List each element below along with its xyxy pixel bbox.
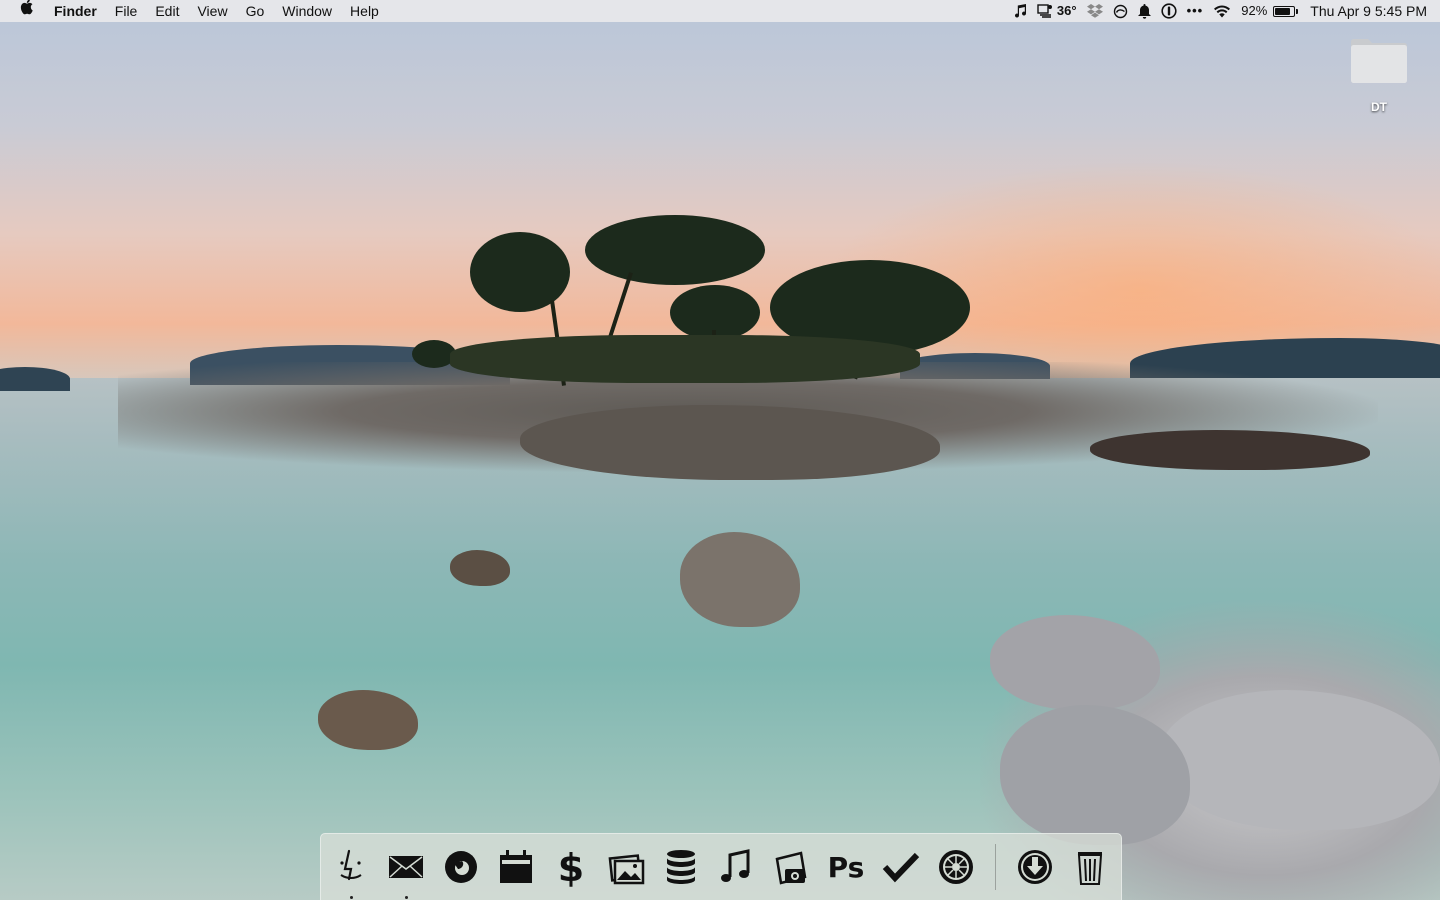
apple-menu-icon[interactable]: [18, 0, 45, 23]
folder-icon: [1350, 36, 1408, 84]
dock-tasks[interactable]: [876, 842, 926, 892]
desktop-folder-dt[interactable]: DT: [1340, 36, 1418, 114]
photoshop-icon: Ps: [828, 851, 865, 884]
notification-bell-icon[interactable]: [1133, 3, 1156, 19]
weather-icon: [1037, 4, 1052, 18]
running-indicator: [404, 896, 408, 899]
menu-bar: Finder File Edit View Go Window Help 36°: [0, 0, 1440, 22]
menu-help[interactable]: Help: [341, 0, 388, 22]
menu-bar-left: Finder File Edit View Go Window Help: [0, 0, 388, 22]
dock-trash[interactable]: [1065, 842, 1115, 892]
settings-icon: [939, 850, 973, 884]
wallpaper-tree: [585, 215, 765, 285]
menu-app-finder[interactable]: Finder: [45, 0, 106, 22]
weather-status[interactable]: 36°: [1032, 0, 1082, 22]
battery-status[interactable]: 92%: [1236, 0, 1300, 22]
running-indicator: [349, 896, 353, 899]
finder-icon: [340, 849, 362, 881]
dock-downloads-stack[interactable]: [1010, 842, 1060, 892]
menu-window[interactable]: Window: [273, 0, 341, 22]
database-icon: [667, 850, 695, 884]
desktop: Finder File Edit View Go Window Help 36°: [0, 0, 1440, 900]
wallpaper-shrub: [450, 335, 920, 383]
menu-bar-clock[interactable]: Thu Apr 9 5:45 PM: [1300, 0, 1432, 22]
wallpaper-tree: [470, 232, 570, 312]
downloads-icon: [1018, 850, 1052, 884]
dropbox-icon[interactable]: [1082, 4, 1108, 18]
menu-view[interactable]: View: [188, 0, 236, 22]
dock-music[interactable]: [711, 842, 761, 892]
battery-icon: [1273, 5, 1299, 17]
photos-icon: [608, 854, 645, 885]
dock-mail[interactable]: [381, 842, 431, 899]
trash-icon: [1077, 852, 1103, 885]
calendar-icon: [500, 850, 532, 883]
music-icon: [721, 849, 750, 882]
dock-calendar[interactable]: [491, 842, 541, 892]
dock-database[interactable]: [656, 842, 706, 892]
dollar-icon: $: [558, 847, 584, 887]
wallpaper-rock: [450, 550, 510, 586]
dock-finance[interactable]: $: [546, 842, 596, 892]
firefox-icon: [445, 851, 477, 883]
mail-icon: [389, 856, 423, 878]
menu-go[interactable]: Go: [237, 0, 274, 22]
more-icon[interactable]: •••: [1182, 0, 1209, 22]
folder-label: DT: [1371, 100, 1387, 114]
svg-text:$: $: [558, 847, 584, 887]
dock-firefox[interactable]: [436, 842, 486, 892]
menu-edit[interactable]: Edit: [146, 0, 188, 22]
dock-photoshop[interactable]: Ps: [821, 842, 871, 892]
sync-icon[interactable]: [1108, 4, 1133, 19]
menu-bar-status-area: 36° ••• 92% Thu Apr 9 5:45 PM: [1010, 0, 1440, 22]
menu-file[interactable]: File: [106, 0, 147, 22]
dock-system-preferences[interactable]: [931, 842, 981, 892]
wallpaper-rock: [1090, 430, 1370, 470]
photoshop-label: Ps: [828, 851, 865, 884]
wallpaper-hill: [0, 367, 70, 391]
dock-separator: [995, 844, 996, 890]
battery-percent: 92%: [1241, 3, 1268, 18]
dock: $ Ps: [320, 833, 1122, 900]
camera-icon: [775, 851, 807, 885]
dock-screenshot[interactable]: [766, 842, 816, 892]
dock-photos[interactable]: [601, 842, 651, 892]
dock-finder[interactable]: [326, 842, 376, 899]
battery-level-fill: [1275, 7, 1291, 15]
weather-temperature: 36°: [1056, 3, 1077, 18]
wifi-icon[interactable]: [1208, 4, 1236, 18]
checkmark-icon: [882, 852, 920, 883]
music-note-icon[interactable]: [1010, 4, 1032, 18]
password-icon[interactable]: [1156, 3, 1182, 19]
